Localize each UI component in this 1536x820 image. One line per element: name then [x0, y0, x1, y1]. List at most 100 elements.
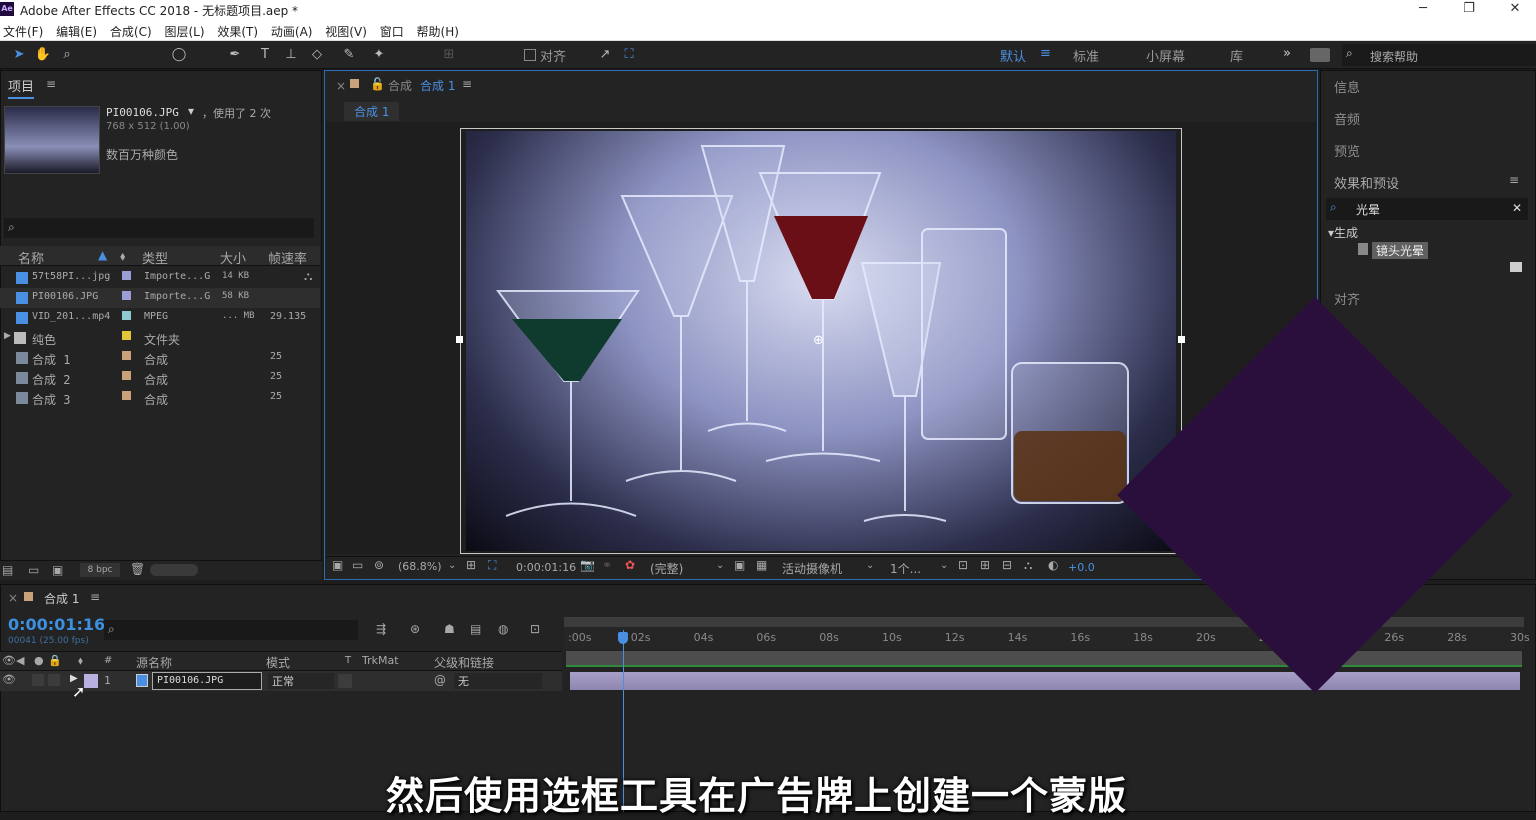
snapshot-icon[interactable]: 📷 [580, 558, 595, 572]
mask-visibility-icon[interactable]: ⛶ [488, 558, 496, 573]
audio-switch-icon[interactable]: ◀ [16, 654, 24, 667]
project-search-input[interactable]: ⌕ [4, 218, 314, 238]
project-item-label-chip[interactable] [122, 291, 131, 300]
col-parent[interactable]: 父级和链接 [434, 654, 494, 671]
zoom-tool-icon[interactable]: ⌕ [58, 46, 76, 64]
close-button[interactable]: ✕ [1492, 0, 1536, 20]
layer-name[interactable]: PI00106.JPG [152, 672, 262, 690]
roto-brush-icon[interactable]: ✎ [340, 46, 358, 64]
project-item-label-chip[interactable] [122, 351, 131, 360]
new-folder-icon[interactable]: ▭ [28, 563, 39, 577]
new-preset-icon[interactable] [1510, 262, 1522, 272]
close-timeline-icon[interactable]: × [8, 591, 18, 605]
puppet-pin-icon[interactable]: ✦ [370, 46, 388, 64]
transparency-grid-icon[interactable]: ▦ [756, 558, 767, 572]
handle-right[interactable] [1178, 336, 1185, 343]
zoom-value[interactable]: (68.8%) [398, 560, 442, 573]
info-panel-tab[interactable]: 信息 [1334, 77, 1360, 96]
resolution-dropdown-icon[interactable]: ⌄ [716, 560, 724, 571]
project-item-row[interactable]: 合成 1 合成 25 [0, 348, 320, 368]
camera-value[interactable]: 活动摄像机 [782, 560, 842, 577]
menu-window[interactable]: 窗口 [377, 20, 410, 40]
snap-frame-icon[interactable]: ⛶ [620, 46, 638, 64]
anchor-point-icon[interactable]: ⊕ [813, 333, 824, 348]
comp-menu-icon[interactable]: ≡ [462, 77, 472, 91]
reset-exposure-icon[interactable]: ⊞ [980, 558, 990, 572]
timeline-tab[interactable]: 合成 1 [44, 590, 79, 607]
sync-icon[interactable] [1310, 48, 1330, 62]
timeline-search-input[interactable]: ⌕ [104, 620, 358, 640]
help-search[interactable]: ⌕ 搜索帮助 [1342, 44, 1536, 66]
handle-left[interactable] [456, 336, 463, 343]
menu-composition[interactable]: 合成(C) [107, 20, 158, 40]
close-tab-icon[interactable]: × [336, 79, 346, 93]
col-size[interactable]: 大小 [220, 248, 246, 267]
viewer-timecode[interactable]: 0:00:01:16 [516, 561, 576, 574]
col-name[interactable]: 名称 [18, 248, 44, 267]
exposure-value[interactable]: +0.0 [1068, 561, 1095, 574]
project-item-label-chip[interactable] [122, 391, 131, 400]
timeline-menu-icon[interactable]: ≡ [90, 590, 100, 604]
workspace-more[interactable]: » [1283, 46, 1291, 61]
effects-presets-tab[interactable]: 效果和预设 [1334, 173, 1399, 192]
project-item-row[interactable]: 合成 3 合成 25 [0, 388, 320, 408]
col-t[interactable]: T [345, 655, 351, 666]
audio-panel-tab[interactable]: 音频 [1334, 109, 1360, 128]
menu-edit[interactable]: 编辑(E) [53, 20, 103, 40]
roi-icon[interactable]: ▣ [734, 558, 745, 572]
motion-blur-icon[interactable]: ◍ [498, 622, 508, 636]
layer-lock-toggle[interactable] [48, 674, 60, 686]
col-mode[interactable]: 模式 [266, 654, 290, 671]
col-fps[interactable]: 帧速率 [268, 248, 307, 267]
comp-breadcrumb[interactable]: 合成 1 [344, 102, 400, 121]
menu-help[interactable]: 帮助(H) [414, 20, 465, 40]
comp-mini-flowchart-icon[interactable]: ⇶ [376, 622, 386, 636]
layer-label-chip[interactable] [84, 674, 98, 688]
project-tab[interactable]: 项目 [8, 76, 35, 99]
toggle-pixel-icon[interactable]: ⊡ [958, 558, 968, 572]
menu-view[interactable]: 视图(V) [322, 20, 373, 40]
layer-visibility-icon[interactable]: 👁 [2, 673, 16, 686]
layer-mode-select[interactable]: 正常 [268, 673, 334, 689]
preview-panel-tab[interactable]: 预览 [1334, 141, 1360, 160]
stamp-tool-icon[interactable]: ⊥ [282, 46, 300, 64]
always-preview-icon[interactable]: ▣ [332, 558, 343, 572]
solo-switch-icon[interactable]: ● [34, 654, 44, 667]
project-item-row[interactable]: 合成 2 合成 25 [0, 368, 320, 388]
label-icon[interactable]: ⬧ [120, 249, 125, 264]
channel-icon[interactable]: ✿ [625, 558, 635, 572]
parent-select[interactable]: 无 [454, 673, 542, 689]
project-item-row[interactable]: 57t58PI...jpg Importe...G 14 KB [0, 268, 320, 288]
shy-layers-icon[interactable]: ☗ [444, 622, 455, 636]
workspace-menu-icon[interactable]: ≡ [1040, 46, 1051, 61]
fast-preview-icon[interactable]: ⊟ [1002, 558, 1012, 572]
project-item-label-chip[interactable] [122, 371, 131, 380]
interpret-footage-icon[interactable]: ▤ [2, 563, 13, 577]
comp-tab-name[interactable]: 合成 1 [420, 77, 455, 94]
eraser-tool-icon[interactable]: ◇ [308, 46, 326, 64]
safe-zones-icon[interactable]: ⊞ [466, 558, 476, 572]
effects-menu-icon[interactable]: ≡ [1509, 173, 1519, 187]
workspace-standard[interactable]: 标准 [1073, 46, 1099, 65]
frame-blending-icon[interactable]: ▤ [470, 622, 481, 636]
project-item-row[interactable]: PI00106.JPG Importe...G 58 KB [0, 288, 320, 308]
resolution-value[interactable]: (完整) [650, 560, 683, 577]
bpc-button[interactable]: 8 bpc [80, 563, 120, 577]
project-item-label-chip[interactable] [122, 271, 131, 280]
camera-dropdown-icon[interactable]: ⌄ [866, 560, 874, 571]
lock-icon[interactable]: 🔓 [370, 77, 385, 91]
menu-effect[interactable]: 效果(T) [214, 20, 264, 40]
layer-solo-toggle[interactable] [32, 674, 44, 686]
ellipse-tool-icon[interactable]: ◯ [170, 46, 188, 64]
selection-tool-icon[interactable]: ➤ [10, 46, 28, 64]
hand-tool-icon[interactable]: ✋ [34, 46, 52, 64]
dropdown-arrow-icon[interactable]: ▾ [188, 104, 194, 118]
effect-lens-flare[interactable]: 镜头光晕 [1372, 242, 1429, 259]
work-area-track[interactable] [566, 651, 1522, 667]
align-checkbox[interactable] [524, 49, 536, 61]
project-item-label-chip[interactable] [122, 331, 131, 340]
views-value[interactable]: 1个... [890, 560, 921, 577]
col-trkmat[interactable]: TrkMat [362, 654, 399, 667]
show-snapshot-icon[interactable]: ⚭ [602, 558, 612, 572]
layer-duration-bar[interactable] [570, 672, 1520, 690]
